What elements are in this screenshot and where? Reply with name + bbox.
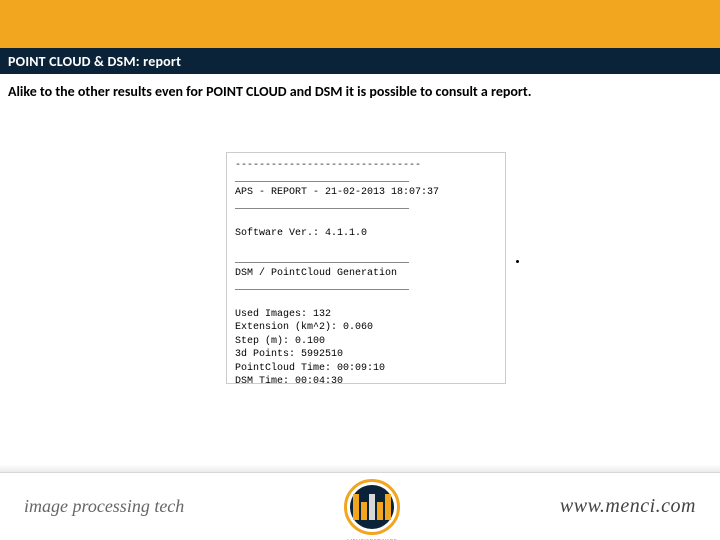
- report-line: Step (m): 0.100: [235, 335, 497, 349]
- footer-tagline: image processing tech: [24, 496, 184, 517]
- title-bar: POINT CLOUD & DSM: report: [0, 48, 720, 74]
- report-line: DSM / PointCloud Generation: [235, 267, 497, 281]
- report-panel: ------------------------------- ________…: [226, 152, 506, 384]
- report-line: _____________________________: [235, 254, 497, 268]
- subtitle-row: Alike to the other results even for POIN…: [0, 74, 720, 101]
- report-line: [235, 240, 497, 254]
- logo-subtext: MENCISOFTWARE: [344, 537, 400, 540]
- logo-inner: [350, 485, 394, 529]
- report-line: _____________________________: [235, 173, 497, 187]
- page-title: POINT CLOUD & DSM: report: [8, 53, 181, 70]
- footer-bar: image processing tech MENCISOFTWARE www.…: [0, 472, 720, 540]
- top-accent-bar: [0, 0, 720, 48]
- report-line: DSM Time: 00:04:30: [235, 375, 497, 384]
- footer-shadow: [0, 464, 720, 472]
- subtitle-text: Alike to the other results even for POIN…: [8, 83, 531, 100]
- logo-m-icon: [353, 494, 391, 520]
- footer-url: www.menci.com: [560, 495, 696, 518]
- report-line: PointCloud Time: 00:09:10: [235, 362, 497, 376]
- report-line: [235, 294, 497, 308]
- report-line: _____________________________: [235, 281, 497, 295]
- report-line: 3d Points: 5992510: [235, 348, 497, 362]
- report-line: APS - REPORT - 21-02-2013 18:07:37: [235, 186, 497, 200]
- report-line: Used Images: 132: [235, 308, 497, 322]
- brand-logo: MENCISOFTWARE: [344, 479, 400, 535]
- report-line: _____________________________: [235, 200, 497, 214]
- decorative-dot: [516, 260, 519, 263]
- report-line: [235, 213, 497, 227]
- report-line: -------------------------------: [235, 159, 497, 173]
- report-line: Extension (km^2): 0.060: [235, 321, 497, 335]
- report-line: Software Ver.: 4.1.1.0: [235, 227, 497, 241]
